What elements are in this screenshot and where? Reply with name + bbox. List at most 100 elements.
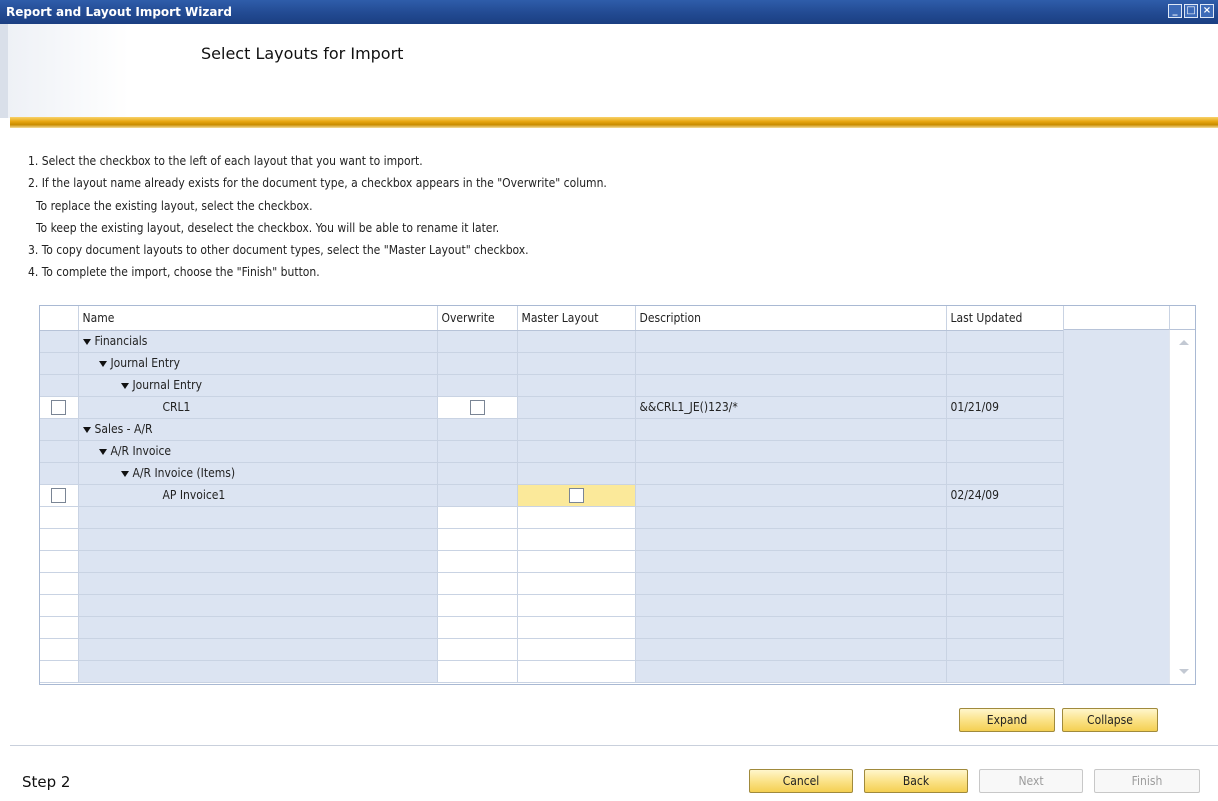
overwrite-cell bbox=[437, 440, 518, 463]
last-updated-cell bbox=[946, 462, 1064, 485]
master-layout-cell bbox=[517, 330, 636, 353]
table-row[interactable]: Financials bbox=[40, 330, 1064, 353]
empty-row bbox=[40, 550, 1064, 573]
overwrite-cell bbox=[437, 506, 518, 529]
table-row[interactable]: Journal Entry bbox=[40, 374, 1064, 397]
description-cell bbox=[635, 484, 947, 507]
row-selector bbox=[40, 352, 79, 375]
row-selector bbox=[40, 418, 79, 441]
column-header-overwrite[interactable]: Overwrite bbox=[437, 306, 518, 331]
description-cell: &&CRL1_JE()123/* bbox=[635, 396, 947, 419]
description-cell bbox=[635, 616, 947, 639]
select-checkbox[interactable] bbox=[51, 487, 67, 503]
last-updated-cell bbox=[946, 374, 1064, 397]
finish-button[interactable]: Finish bbox=[1094, 769, 1200, 793]
grid-empty-area bbox=[1063, 306, 1169, 684]
instruction-line: 1. Select the checkbox to the left of ea… bbox=[28, 154, 423, 168]
page-title: Select Layouts for Import bbox=[201, 44, 404, 63]
overwrite-cell bbox=[437, 330, 518, 353]
name-cell bbox=[78, 572, 438, 595]
overwrite-cell bbox=[437, 462, 518, 485]
master-layout-checkbox[interactable] bbox=[568, 487, 584, 503]
next-button[interactable]: Next bbox=[979, 769, 1083, 793]
last-updated-cell bbox=[946, 418, 1064, 441]
row-selector[interactable] bbox=[40, 396, 79, 419]
overwrite-cell bbox=[437, 484, 518, 507]
description-cell bbox=[635, 594, 947, 617]
window-controls: _ □ × bbox=[1168, 4, 1214, 18]
master-layout-cell[interactable] bbox=[517, 484, 636, 507]
expand-triangle-icon[interactable] bbox=[98, 448, 107, 455]
master-layout-cell bbox=[517, 440, 636, 463]
column-header-last-updated[interactable]: Last Updated bbox=[946, 306, 1064, 331]
row-selector bbox=[40, 330, 79, 353]
row-selector bbox=[40, 462, 79, 485]
expand-triangle-icon[interactable] bbox=[98, 360, 107, 367]
name-cell bbox=[78, 660, 438, 683]
table-header-row: Name Overwrite Master Layout Description… bbox=[40, 306, 1064, 331]
name-cell[interactable]: Journal Entry bbox=[78, 352, 438, 375]
master-layout-cell bbox=[517, 594, 636, 617]
name-cell[interactable]: Journal Entry bbox=[78, 374, 438, 397]
collapse-button[interactable]: Collapse bbox=[1062, 708, 1158, 732]
expand-triangle-icon[interactable] bbox=[120, 470, 129, 477]
overwrite-cell[interactable] bbox=[437, 396, 518, 419]
column-header-master-layout[interactable]: Master Layout bbox=[517, 306, 636, 331]
last-updated-cell bbox=[946, 352, 1064, 375]
empty-row bbox=[40, 528, 1064, 551]
description-cell bbox=[635, 330, 947, 353]
row-selector[interactable] bbox=[40, 484, 79, 507]
expand-button[interactable]: Expand bbox=[959, 708, 1055, 732]
table-row[interactable]: Journal Entry bbox=[40, 352, 1064, 375]
group-label: Sales - A/R bbox=[94, 422, 153, 436]
cancel-button[interactable]: Cancel bbox=[749, 769, 853, 793]
last-updated-cell: 02/24/09 bbox=[946, 484, 1064, 507]
table-row[interactable]: AP Invoice1 02/24/09 bbox=[40, 484, 1064, 507]
scroll-down-icon[interactable] bbox=[1179, 669, 1189, 674]
master-layout-cell bbox=[517, 418, 636, 441]
last-updated-cell bbox=[946, 638, 1064, 661]
select-checkbox[interactable] bbox=[51, 399, 67, 415]
minimize-icon[interactable]: _ bbox=[1168, 4, 1182, 18]
close-icon[interactable]: × bbox=[1200, 4, 1214, 18]
last-updated-cell bbox=[946, 660, 1064, 683]
table-row[interactable]: CRL1 &&CRL1_JE()123/* 01/21/09 bbox=[40, 396, 1064, 419]
name-cell bbox=[78, 528, 438, 551]
column-header-description[interactable]: Description bbox=[635, 306, 947, 331]
master-layout-cell bbox=[517, 462, 636, 485]
description-cell bbox=[635, 638, 947, 661]
name-cell bbox=[78, 638, 438, 661]
table-row[interactable]: A/R Invoice (Items) bbox=[40, 462, 1064, 485]
expand-triangle-icon[interactable] bbox=[82, 338, 91, 345]
master-layout-cell bbox=[517, 528, 636, 551]
instructions: 1. Select the checkbox to the left of ea… bbox=[28, 150, 607, 284]
table-row[interactable]: Sales - A/R bbox=[40, 418, 1064, 441]
name-cell[interactable]: Financials bbox=[78, 330, 438, 353]
name-cell[interactable]: A/R Invoice (Items) bbox=[78, 462, 438, 485]
back-button[interactable]: Back bbox=[864, 769, 968, 793]
vertical-scrollbar[interactable] bbox=[1169, 330, 1195, 684]
name-cell: CRL1 bbox=[78, 396, 438, 419]
layouts-grid: Name Overwrite Master Layout Description… bbox=[39, 305, 1196, 685]
table-row[interactable]: A/R Invoice bbox=[40, 440, 1064, 463]
row-selector bbox=[40, 594, 79, 617]
name-cell[interactable]: Sales - A/R bbox=[78, 418, 438, 441]
group-label: A/R Invoice bbox=[110, 444, 172, 458]
row-selector bbox=[40, 440, 79, 463]
name-cell bbox=[78, 594, 438, 617]
overwrite-checkbox[interactable] bbox=[469, 399, 485, 415]
master-layout-cell bbox=[517, 374, 636, 397]
last-updated-cell bbox=[946, 550, 1064, 573]
overwrite-cell bbox=[437, 616, 518, 639]
master-layout-cell bbox=[517, 352, 636, 375]
expand-triangle-icon[interactable] bbox=[120, 382, 129, 389]
wizard-header: Select Layouts for Import bbox=[0, 24, 1218, 118]
column-header-name[interactable]: Name bbox=[78, 306, 438, 331]
expand-triangle-icon[interactable] bbox=[82, 426, 91, 433]
overwrite-cell bbox=[437, 594, 518, 617]
description-cell bbox=[635, 352, 947, 375]
maximize-icon[interactable]: □ bbox=[1184, 4, 1198, 18]
name-cell[interactable]: A/R Invoice bbox=[78, 440, 438, 463]
instruction-line: To keep the existing layout, deselect th… bbox=[36, 220, 500, 235]
scroll-up-icon[interactable] bbox=[1179, 340, 1189, 345]
